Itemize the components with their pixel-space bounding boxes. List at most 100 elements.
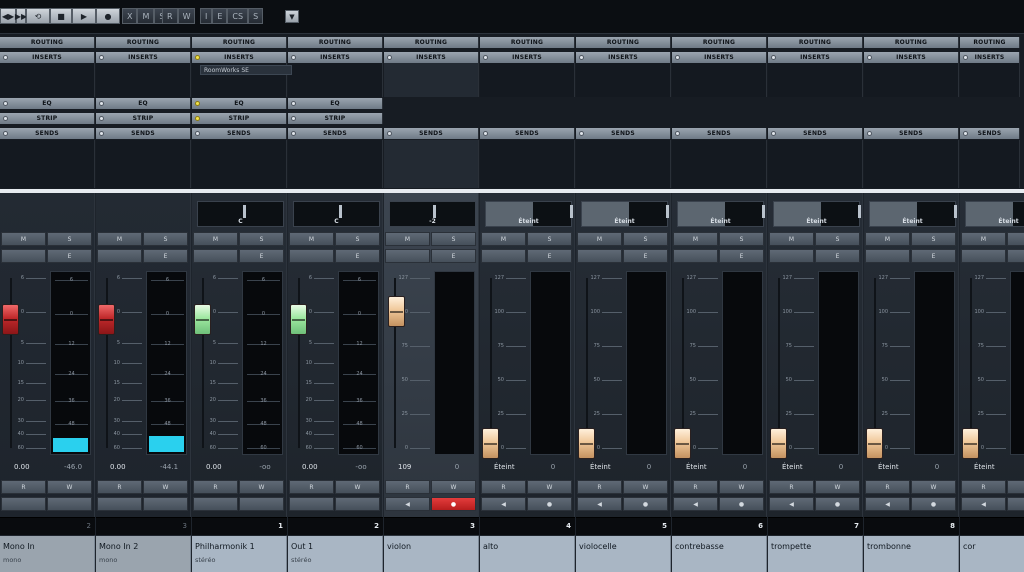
channel-name[interactable]: violocelle — [579, 542, 617, 551]
volume-fader[interactable] — [578, 428, 595, 459]
rack-inserts-header[interactable]: INSERTS — [288, 52, 383, 63]
volume-fader[interactable] — [866, 428, 883, 459]
fader-value[interactable]: 0.00 — [110, 463, 126, 471]
rack-sends-header[interactable]: SENDS — [672, 128, 767, 139]
rack-toggle-icon[interactable] — [771, 131, 776, 136]
rack-toggle-icon[interactable] — [195, 101, 200, 106]
fader-value[interactable]: Éteint — [686, 463, 707, 471]
read-automation-button[interactable]: R — [769, 480, 814, 494]
rack-toggle-icon[interactable] — [99, 116, 104, 121]
pan-control[interactable]: Éteint — [677, 201, 765, 227]
channel-name-field[interactable]: trompette — [768, 536, 863, 572]
fader-value[interactable]: 0.00 — [14, 463, 30, 471]
rack-routing-header[interactable]: ROUTING — [288, 37, 383, 48]
view-button-2[interactable]: CS — [227, 8, 249, 24]
meter-peak-value[interactable]: 0 — [730, 463, 760, 471]
rack-sends-header[interactable]: SENDS — [384, 128, 479, 139]
channel-name[interactable]: Philharmonik 1 — [195, 542, 255, 551]
rack-toggle-icon[interactable] — [867, 131, 872, 136]
rack-toggle-icon[interactable] — [3, 116, 8, 121]
rack-eq-header[interactable]: EQ — [192, 98, 287, 109]
rack-toggle-icon[interactable] — [99, 131, 104, 136]
channel-name-field[interactable]: Mono In 2 mono — [96, 536, 191, 572]
rack-strip-header[interactable]: STRIP — [288, 113, 383, 124]
volume-fader[interactable] — [290, 304, 307, 335]
mode-button-0[interactable]: X — [122, 8, 138, 24]
channel-name-field[interactable]: Philharmonik 1 stéréo — [192, 536, 287, 572]
channel-name[interactable]: violon — [387, 542, 411, 551]
automation-button-1[interactable]: W — [177, 8, 196, 24]
pan-control[interactable]: C — [293, 201, 380, 227]
rack-toggle-icon[interactable] — [291, 116, 296, 121]
edit-button[interactable]: E — [335, 249, 380, 263]
rack-toggle-icon[interactable] — [99, 101, 104, 106]
rack-routing-header[interactable]: ROUTING — [0, 37, 95, 48]
mute-button[interactable]: M — [97, 232, 142, 246]
read-automation-button[interactable]: R — [97, 480, 142, 494]
write-automation-button[interactable]: W — [431, 480, 476, 494]
volume-fader[interactable] — [2, 304, 19, 335]
edit-button[interactable]: E — [47, 249, 92, 263]
mute-button[interactable]: M — [289, 232, 334, 246]
fader-value[interactable]: Éteint — [590, 463, 611, 471]
edit-button[interactable]: E — [719, 249, 764, 263]
write-automation-button[interactable]: W — [1007, 480, 1024, 494]
channel-name[interactable]: trompette — [771, 542, 811, 551]
rack-toggle-icon[interactable] — [3, 131, 8, 136]
channel-name[interactable]: Mono In 2 — [99, 542, 138, 551]
write-automation-button[interactable]: W — [47, 480, 92, 494]
rack-routing-header[interactable]: ROUTING — [576, 37, 671, 48]
rack-toggle-icon[interactable] — [867, 55, 872, 60]
channel-name[interactable]: Mono In — [3, 542, 35, 551]
channel-name-field[interactable]: Out 1 stéréo — [288, 536, 383, 572]
rack-toggle-icon[interactable] — [291, 55, 296, 60]
write-automation-button[interactable]: W — [527, 480, 572, 494]
meter-peak-value[interactable]: -oo — [346, 463, 376, 471]
pan-control[interactable]: Éteint — [773, 201, 861, 227]
edit-button[interactable]: E — [143, 249, 188, 263]
rack-toggle-icon[interactable] — [3, 101, 8, 106]
rack-eq-header[interactable]: EQ — [96, 98, 191, 109]
rack-toggle-icon[interactable] — [99, 55, 104, 60]
read-automation-button[interactable]: R — [577, 480, 622, 494]
fader-value[interactable]: 109 — [398, 463, 411, 471]
transport-button-1[interactable]: ▶▶ — [15, 8, 27, 24]
monitor-button[interactable]: ◀ — [673, 497, 718, 511]
edit-button[interactable]: E — [431, 249, 476, 263]
meter-peak-value[interactable]: 0 — [922, 463, 952, 471]
record-enable-button[interactable]: ● — [623, 497, 668, 511]
rack-routing-header[interactable]: ROUTING — [480, 37, 575, 48]
channel-name-field[interactable]: Mono In mono — [0, 536, 95, 572]
pan-control[interactable]: -2 — [389, 201, 476, 227]
write-automation-button[interactable]: W — [719, 480, 764, 494]
solo-button[interactable]: S — [47, 232, 92, 246]
rack-inserts-header[interactable]: INSERTS — [768, 52, 863, 63]
monitor-button[interactable]: ◀ — [769, 497, 814, 511]
write-automation-button[interactable]: W — [815, 480, 860, 494]
write-automation-button[interactable]: W — [239, 480, 284, 494]
view-button-3[interactable]: S — [248, 8, 264, 24]
rack-inserts-header[interactable]: INSERTS — [0, 52, 95, 63]
monitor-button[interactable]: ◀ — [865, 497, 910, 511]
solo-button[interactable]: S — [911, 232, 956, 246]
pan-control[interactable]: Éteint — [485, 201, 573, 227]
solo-button[interactable]: S — [239, 232, 284, 246]
read-automation-button[interactable]: R — [673, 480, 718, 494]
record-enable-button[interactable]: ● — [527, 497, 572, 511]
read-automation-button[interactable]: R — [289, 480, 334, 494]
rack-toggle-icon[interactable] — [675, 131, 680, 136]
record-enable-button[interactable]: ● — [911, 497, 956, 511]
channel-name[interactable]: trombonne — [867, 542, 911, 551]
meter-peak-value[interactable]: 0 — [634, 463, 664, 471]
mute-button[interactable]: M — [193, 232, 238, 246]
rack-sends-header[interactable]: SENDS — [480, 128, 575, 139]
monitor-button[interactable]: ◀ — [481, 497, 526, 511]
mute-button[interactable]: M — [961, 232, 1006, 246]
transport-button-3[interactable]: ■ — [50, 8, 72, 24]
mute-button[interactable]: M — [673, 232, 718, 246]
rack-routing-header[interactable]: ROUTING — [672, 37, 767, 48]
rack-inserts-header[interactable]: INSERTS — [480, 52, 575, 63]
rack-inserts-header[interactable]: INSERTS — [864, 52, 959, 63]
rack-sends-header[interactable]: SENDS — [768, 128, 863, 139]
fader-value[interactable]: Éteint — [782, 463, 803, 471]
